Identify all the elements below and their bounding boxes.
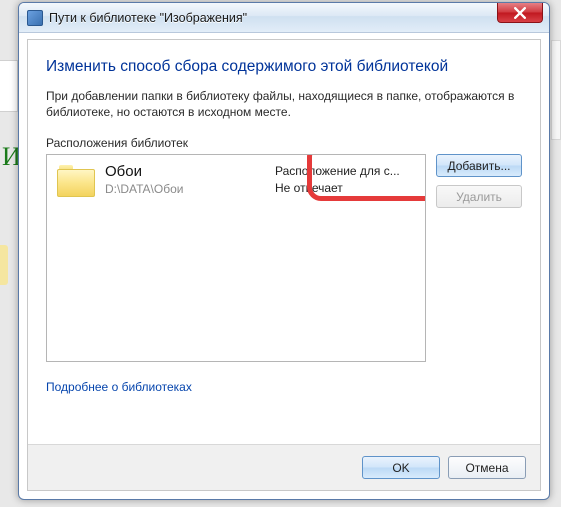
item-path: D:\DATA\Обои [105, 182, 183, 196]
list-label: Расположения библиотек [46, 136, 522, 150]
item-status-line2: Не отвечает [275, 180, 415, 196]
learn-more-link[interactable]: Подробнее о библиотеках [46, 380, 192, 394]
dialog-footer: OK Отмена [28, 444, 540, 490]
titlebar[interactable]: Пути к библиотеке "Изображения" [19, 3, 549, 33]
item-name: Обои [105, 163, 183, 180]
ok-button[interactable]: OK [362, 456, 440, 479]
add-button[interactable]: Добавить... [436, 154, 522, 177]
close-icon [514, 7, 526, 19]
background-fragment [0, 60, 18, 112]
background-fragment [551, 40, 561, 140]
dialog-body: Изменить способ сбора содержимого этой б… [27, 39, 541, 491]
list-item[interactable]: Обои D:\DATA\Обои Расположение для с... … [47, 155, 425, 205]
close-button[interactable] [497, 3, 543, 23]
dialog-description: При добавлении папки в библиотеку файлы,… [46, 88, 522, 120]
background-fragment [0, 245, 8, 285]
folder-icon [57, 165, 95, 197]
dialog-heading: Изменить способ сбора содержимого этой б… [46, 58, 522, 76]
cancel-button[interactable]: Отмена [448, 456, 526, 479]
item-status: Расположение для с... Не отвечает [275, 163, 415, 196]
remove-button: Удалить [436, 185, 522, 208]
item-status-line1: Расположение для с... [275, 163, 415, 179]
window-title: Пути к библиотеке "Изображения" [49, 11, 247, 25]
locations-listbox[interactable]: Обои D:\DATA\Обои Расположение для с... … [46, 154, 426, 362]
app-icon [27, 10, 43, 26]
dialog-window: Пути к библиотеке "Изображения" Изменить… [18, 2, 550, 500]
